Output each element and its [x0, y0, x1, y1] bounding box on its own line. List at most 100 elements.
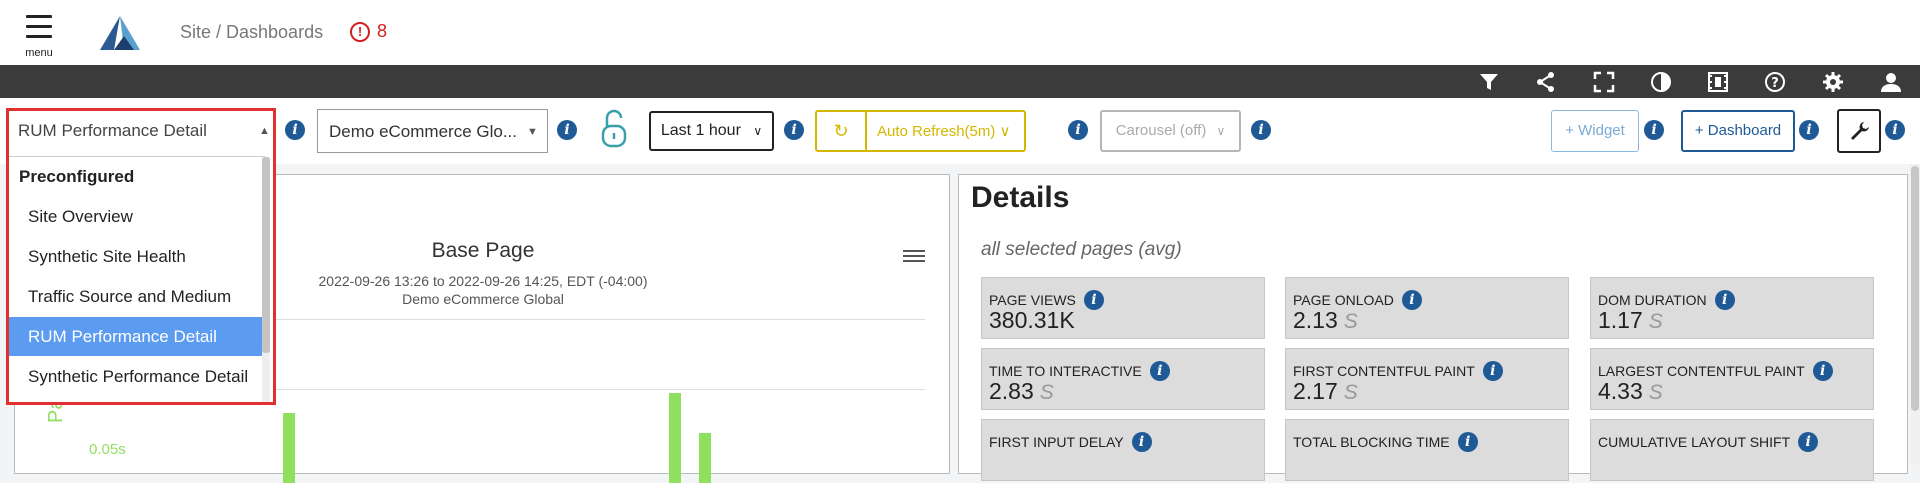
alert-count: 8	[377, 21, 388, 41]
film-icon[interactable]	[1707, 71, 1729, 93]
help-icon[interactable]: ?	[1764, 71, 1786, 93]
info-icon[interactable]: i	[1068, 120, 1088, 140]
info-icon[interactable]: i	[1131, 432, 1152, 452]
dropdown-list: Preconfigured Site Overview Synthetic Si…	[9, 156, 265, 404]
metric-unit: S	[1648, 381, 1663, 404]
info-icon[interactable]: i	[557, 120, 577, 140]
metric-label: DOM DURATION	[1598, 292, 1707, 308]
site-select[interactable]: Demo eCommerce Glo... ▼	[317, 109, 548, 153]
share-icon[interactable]	[1535, 71, 1557, 93]
hamburger-bar	[26, 35, 52, 38]
info-icon[interactable]: i	[1251, 120, 1271, 140]
chart-menu-icon[interactable]	[903, 247, 925, 265]
page-scrollbar[interactable]	[1910, 164, 1920, 464]
wrench-icon	[1851, 122, 1869, 140]
gear-icon[interactable]	[1822, 71, 1844, 93]
metric-value: 2.13	[1293, 307, 1338, 333]
metric-tile: FIRST CONTENTFUL PAINT i 2.17 S	[1285, 348, 1569, 410]
dropdown-current-value[interactable]: RUM Performance Detail	[18, 121, 207, 141]
metric-value-row: 1.17 S	[1598, 307, 1663, 334]
info-icon[interactable]: i	[1401, 290, 1422, 310]
contrast-icon[interactable]	[1650, 71, 1672, 93]
auto-refresh-label: Auto Refresh(5m)	[877, 123, 996, 140]
dropdown-item-traffic-source[interactable]: Traffic Source and Medium	[9, 277, 265, 316]
auto-refresh-button[interactable]: Auto Refresh(5m) ∨	[877, 122, 1011, 140]
menu-label: menu	[25, 47, 53, 59]
info-icon[interactable]: i	[1885, 120, 1905, 140]
top-header: menu Site / Dashboards ! 8	[0, 0, 1920, 65]
dropdown-scrollbar[interactable]	[262, 157, 270, 402]
action-toolbar: ?	[0, 65, 1920, 98]
metric-unit: S	[1343, 381, 1358, 404]
metric-value-row: 2.83 S	[989, 378, 1054, 405]
info-icon[interactable]: i	[1482, 361, 1503, 381]
metric-label-row: TOTAL BLOCKING TIME i	[1293, 432, 1478, 452]
metric-label: PAGE ONLOAD	[1293, 292, 1394, 308]
info-icon[interactable]: i	[285, 120, 305, 140]
menu-button[interactable]: menu	[22, 14, 56, 59]
metric-label: TOTAL BLOCKING TIME	[1293, 434, 1450, 450]
metric-value-row: 2.17 S	[1293, 378, 1358, 405]
svg-text:?: ?	[1771, 76, 1779, 91]
metric-unit: S	[1039, 381, 1054, 404]
time-range-select[interactable]: Last 1 hour ∨	[649, 111, 774, 151]
metric-label: FIRST INPUT DELAY	[989, 434, 1124, 450]
chevron-down-icon: ∨	[999, 123, 1011, 140]
metric-value-row	[1293, 449, 1299, 476]
hamburger-bar	[26, 25, 52, 28]
control-row: RUM Performance Detail ▲ i Demo eCommerc…	[0, 98, 1920, 164]
metric-tile: PAGE VIEWS i 380.31K	[981, 277, 1265, 339]
dropdown-item-synthetic-performance[interactable]: Synthetic Performance Detail	[9, 357, 265, 396]
breadcrumb[interactable]: Site / Dashboards	[180, 22, 323, 43]
scrollbar-thumb[interactable]	[1911, 166, 1919, 411]
info-icon[interactable]: i	[1799, 120, 1819, 140]
details-title: Details	[971, 181, 1070, 214]
refresh-icon[interactable]: ↻	[817, 112, 867, 150]
metric-label: TIME TO INTERACTIVE	[989, 363, 1142, 379]
alert-icon: !	[350, 21, 370, 42]
info-icon[interactable]: i	[1457, 432, 1478, 452]
metric-label: PAGE VIEWS	[989, 292, 1076, 308]
metric-label: FIRST CONTENTFUL PAINT	[1293, 363, 1475, 379]
alert-indicator[interactable]: ! 8	[350, 21, 387, 42]
add-dashboard-button[interactable]: + Dashboard	[1681, 110, 1795, 152]
dropdown-scrollbar-thumb[interactable]	[262, 157, 270, 353]
filter-icon[interactable]	[1478, 71, 1500, 93]
metric-label-row: FIRST INPUT DELAY i	[989, 432, 1152, 452]
info-icon[interactable]: i	[784, 120, 804, 140]
details-subtitle: all selected pages (avg)	[981, 239, 1182, 260]
info-icon[interactable]: i	[1083, 290, 1104, 310]
metric-tile: DOM DURATION i 1.17 S	[1590, 277, 1874, 339]
metric-tile: TIME TO INTERACTIVE i 2.83 S	[981, 348, 1265, 410]
metric-value-row: 2.13 S	[1293, 307, 1358, 334]
info-icon[interactable]: i	[1714, 290, 1735, 310]
site-select-value: Demo eCommerce Glo...	[329, 122, 517, 141]
info-icon[interactable]: i	[1644, 120, 1664, 140]
metric-value: 4.33	[1598, 378, 1643, 404]
chevron-down-icon: ∨	[1216, 124, 1226, 138]
fullscreen-icon[interactable]	[1593, 71, 1615, 93]
metric-value-row	[989, 449, 995, 476]
metric-value: 2.17	[1293, 378, 1338, 404]
dropdown-group-label: Preconfigured	[19, 167, 135, 186]
dropdown-item-rum-performance[interactable]: RUM Performance Detail	[9, 317, 265, 356]
brand-logo	[100, 16, 140, 50]
add-widget-button[interactable]: + Widget	[1551, 110, 1639, 152]
user-icon[interactable]	[1880, 71, 1902, 93]
chart-bar	[699, 433, 711, 483]
metric-label: CUMULATIVE LAYOUT SHIFT	[1598, 434, 1791, 450]
dropdown-item-synthetic-site-health[interactable]: Synthetic Site Health	[9, 237, 265, 276]
carousel-select[interactable]: Carousel (off) ∨	[1100, 110, 1241, 152]
dropdown-item-site-overview[interactable]: Site Overview	[9, 197, 265, 236]
unlock-icon[interactable]	[598, 108, 630, 150]
metric-tile: FIRST INPUT DELAY i	[981, 419, 1265, 481]
info-icon[interactable]: i	[1798, 432, 1819, 452]
metric-label: LARGEST CONTENTFUL PAINT	[1598, 363, 1805, 379]
wrench-button[interactable]	[1837, 109, 1881, 153]
carousel-value: Carousel (off)	[1115, 122, 1207, 139]
info-icon[interactable]: i	[1149, 361, 1170, 381]
info-icon[interactable]: i	[1812, 361, 1833, 381]
metric-tile: CUMULATIVE LAYOUT SHIFT i	[1590, 419, 1874, 481]
chevron-down-icon: ∨	[753, 124, 763, 138]
metric-value-row: 4.33 S	[1598, 378, 1663, 405]
